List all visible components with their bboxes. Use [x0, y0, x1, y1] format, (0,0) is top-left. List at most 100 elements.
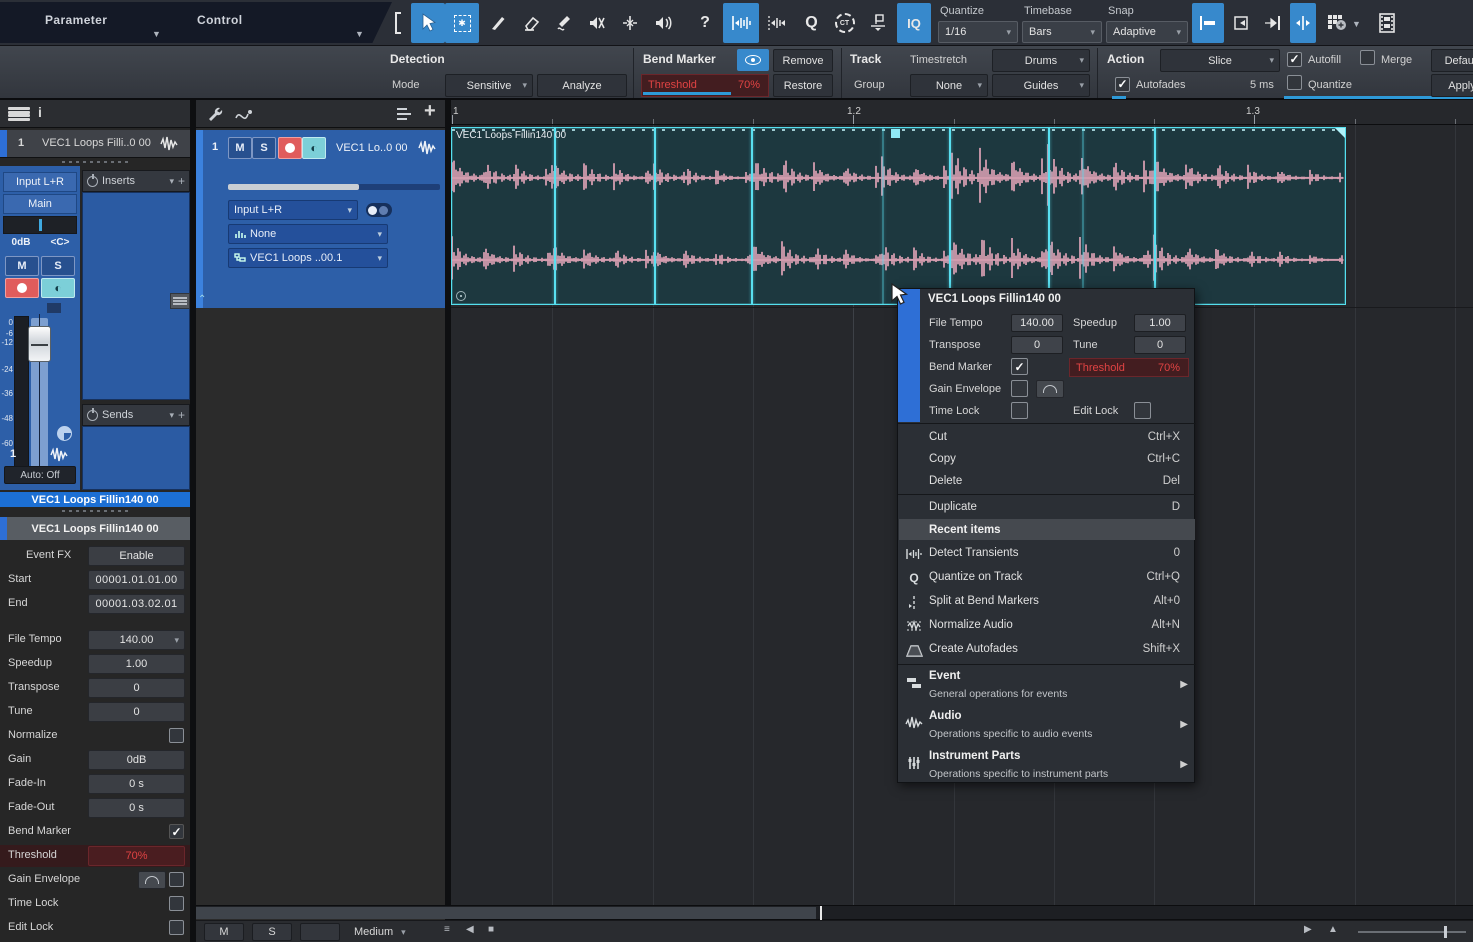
bend-marker-line[interactable] [1082, 128, 1084, 304]
zoom-slider[interactable] [1358, 931, 1466, 933]
channel-pan-value[interactable]: <C> [42, 237, 78, 253]
channel-input-select[interactable]: Input L+R [3, 172, 77, 192]
track-collapse-arrow[interactable]: ⌃ [198, 294, 206, 305]
listen-tool-button[interactable] [646, 3, 680, 43]
gain-envelope-checkbox[interactable] [169, 872, 184, 887]
zoom-slider-thumb[interactable] [1444, 926, 1447, 938]
track-instrument-select[interactable]: None [228, 224, 388, 244]
remove-bend-marker-button[interactable]: Remove [773, 49, 833, 72]
track-monitor-button[interactable]: ◐ [302, 137, 326, 159]
time-lock-checkbox[interactable] [1011, 402, 1028, 419]
timestretch-select[interactable]: Drums [992, 49, 1090, 72]
menu-icon[interactable] [8, 107, 30, 121]
sends-header[interactable]: Sends ▾ + [82, 404, 190, 426]
transpose-field[interactable]: 0 [1011, 336, 1063, 354]
analyze-button[interactable]: Analyze [537, 74, 627, 97]
snap-relative-button[interactable] [1290, 3, 1316, 43]
paint-tool-button[interactable] [547, 3, 580, 43]
inserts-caret-icon[interactable]: ▾ [169, 176, 174, 187]
menu-item-split-at-bend-markers[interactable]: Split at Bend MarkersAlt+0 [898, 591, 1196, 613]
apply-button[interactable]: Apply [1431, 74, 1473, 97]
action-select[interactable]: Slice [1160, 49, 1280, 72]
audio-event[interactable]: VEC1 Loops Fillin140 00 [451, 127, 1346, 305]
snap-to-cursor-button[interactable] [1258, 3, 1288, 43]
autofill-checkbox[interactable] [1287, 50, 1302, 68]
collapse-left-icon[interactable]: ◀ [466, 924, 474, 935]
default-button[interactable]: Default [1431, 49, 1473, 72]
channel-gain-value[interactable]: 0dB [3, 237, 39, 253]
menu-item-detect-transients[interactable]: Detect Transients0 [898, 543, 1196, 565]
range-bracket-tool-button[interactable] [388, 3, 408, 43]
mute-tool-button[interactable] [580, 3, 613, 43]
bend-marker-checkbox[interactable] [1011, 358, 1028, 375]
snap-enable-button[interactable] [1192, 3, 1224, 43]
track-list-icon[interactable] [396, 107, 416, 121]
end-value-field[interactable]: 00001.03.02.01 [88, 594, 185, 614]
quantize-select[interactable]: 1/16 [938, 21, 1018, 43]
panel-resize-handle[interactable] [40, 508, 150, 513]
zoom-up-icon[interactable]: ▲ [1328, 924, 1338, 935]
speedup-field[interactable]: 1.00 [88, 654, 185, 674]
fader-thumb[interactable] [28, 326, 51, 362]
bend-marker-line[interactable] [654, 128, 656, 304]
selected-event-bar[interactable]: VEC1 Loops Fillin140 00 [0, 492, 190, 507]
wrench-icon[interactable] [206, 106, 224, 122]
gain-envelope-button[interactable] [1036, 380, 1064, 398]
parameter-caret-icon[interactable] [152, 24, 161, 42]
fade-in-field[interactable]: 0 s [88, 774, 185, 794]
inserts-add-icon[interactable]: + [178, 174, 185, 188]
slice-tool-button[interactable] [861, 3, 894, 43]
gain-envelope-button[interactable] [138, 871, 166, 889]
sends-add-icon[interactable]: + [178, 408, 185, 422]
scrollbar-thumb[interactable] [196, 907, 816, 919]
autofades-checkbox[interactable] [1115, 75, 1130, 93]
track-layer-select[interactable]: VEC1 Loops ..00.1 [228, 248, 388, 268]
track-height-select[interactable]: Medium▾ [348, 923, 436, 941]
channel-knob[interactable] [57, 426, 72, 441]
snap-select[interactable]: Adaptive [1106, 21, 1188, 43]
channel-solo-button[interactable]: S [41, 256, 75, 276]
restore-bend-marker-button[interactable]: Restore [773, 74, 833, 97]
range-select-tool-button[interactable]: ✱ [445, 3, 479, 43]
bend-marker-checkbox[interactable] [169, 824, 184, 839]
menu-item-create-autofades[interactable]: Create AutofadesShift+X [898, 639, 1196, 661]
gain-envelope-checkbox[interactable] [1011, 380, 1028, 397]
group-select[interactable]: None [910, 74, 988, 97]
fade-out-field[interactable]: 0 s [88, 798, 185, 818]
automation-mode-button[interactable]: Auto: Off [4, 466, 76, 484]
panel-grip[interactable] [170, 293, 190, 309]
edit-transients-button[interactable] [759, 3, 795, 43]
event-gear-icon[interactable] [456, 291, 466, 301]
power-icon[interactable] [87, 410, 98, 421]
bend-marker-line[interactable] [949, 128, 951, 304]
video-track-button[interactable] [1372, 3, 1402, 43]
channel-mode-box[interactable] [46, 302, 62, 314]
file-tempo-field[interactable]: 140.00 [1011, 314, 1063, 332]
inserts-header[interactable]: Inserts ▾ + [82, 170, 190, 192]
track-mute-button[interactable]: M [228, 137, 252, 159]
info-icon[interactable]: i [38, 104, 42, 120]
bend-marker-line[interactable] [882, 128, 884, 304]
quantize-checkbox[interactable] [1287, 75, 1302, 95]
bend-curve-icon[interactable] [234, 106, 256, 122]
menu-item-delete[interactable]: DeleteDel [898, 471, 1196, 493]
track-input-select[interactable]: Input L+R [228, 200, 358, 220]
edit-lock-checkbox[interactable] [1134, 402, 1151, 419]
channel-output-select[interactable]: Main [3, 194, 77, 214]
guides-select[interactable]: Guides [992, 74, 1090, 97]
play-icon[interactable]: ▶ [1304, 924, 1312, 935]
channel-mute-button[interactable]: M [5, 256, 39, 276]
bend-marker-line[interactable] [1154, 128, 1156, 304]
transpose-field[interactable]: 0 [88, 678, 185, 698]
merge-checkbox[interactable] [1360, 50, 1375, 70]
submenu-audio[interactable]: Audio Operations specific to audio event… [898, 707, 1196, 747]
time-lock-checkbox[interactable] [169, 896, 184, 911]
pan-thumb[interactable] [39, 219, 42, 231]
tune-field[interactable]: 0 [1134, 336, 1186, 354]
threshold-slider[interactable]: Threshold 70% [641, 74, 769, 97]
channel-monitor-button[interactable]: ◐ [41, 278, 75, 298]
split-tool-button[interactable] [481, 3, 514, 43]
pan-slider[interactable] [3, 216, 77, 234]
event-fx-enable-button[interactable]: Enable [88, 546, 185, 566]
arrow-tool-button[interactable] [411, 3, 445, 43]
